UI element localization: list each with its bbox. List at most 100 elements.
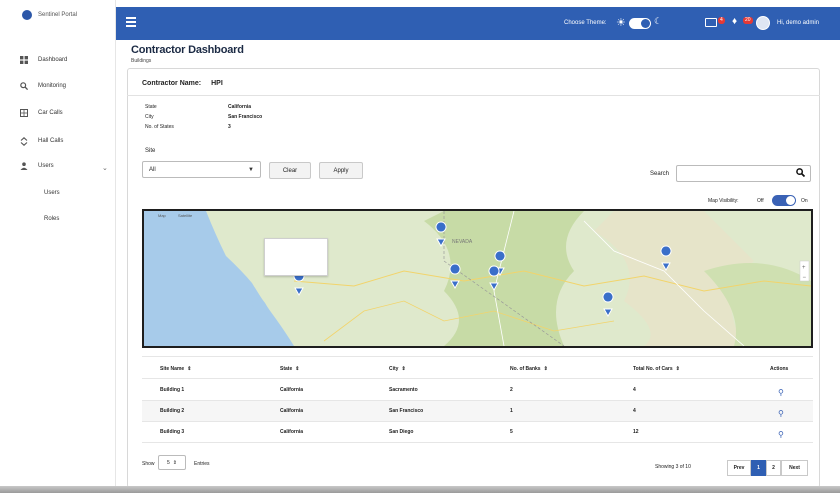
chevron-down-icon[interactable]: ⌄ bbox=[102, 164, 108, 172]
view-details-icon[interactable]: ⚲ bbox=[778, 388, 784, 397]
top-bar: Choose Theme: ☀ ☾ 4 ♦ 20 Hi, demo admin bbox=[116, 7, 840, 40]
entries-label: Entries bbox=[194, 461, 210, 467]
table-row[interactable] bbox=[142, 401, 813, 421]
search-icon[interactable] bbox=[796, 168, 806, 179]
col-header-actions: Actions bbox=[770, 366, 789, 372]
bell-icon[interactable]: ♦ bbox=[732, 16, 737, 27]
site-select[interactable]: All ▼ bbox=[142, 161, 261, 178]
page-button-2[interactable]: 2 bbox=[766, 460, 781, 476]
table-divider bbox=[142, 356, 813, 357]
map-visibility-off-label: Off bbox=[757, 198, 764, 204]
cell-banks: 2 bbox=[510, 387, 513, 393]
brand-logo-icon bbox=[22, 10, 32, 20]
cell-city: Sacramento bbox=[389, 387, 418, 393]
theme-label: Choose Theme: bbox=[564, 20, 607, 26]
page-size-value: 5 bbox=[167, 459, 170, 466]
divider bbox=[127, 95, 820, 96]
sidebar-item-monitoring[interactable]: Monitoring bbox=[20, 82, 112, 90]
col-header-state[interactable]: State ⇕ bbox=[280, 366, 299, 372]
map-visibility-label: Map Visibility: bbox=[708, 198, 739, 204]
dashboard-icon bbox=[20, 56, 28, 64]
info-value-city: San Francisco bbox=[228, 114, 263, 120]
avatar[interactable] bbox=[756, 16, 770, 30]
page-button-1[interactable]: 1 bbox=[751, 460, 766, 476]
sidebar-item-label: Hall Calls bbox=[38, 138, 64, 144]
sidebar-item-dashboard[interactable]: Dashboard bbox=[20, 56, 112, 64]
sidebar-item-label: Car Calls bbox=[38, 110, 63, 116]
svg-text:+: + bbox=[802, 265, 806, 271]
cell-banks: 1 bbox=[510, 408, 513, 414]
users-icon bbox=[20, 162, 28, 170]
sidebar-item-users[interactable]: Users bbox=[20, 162, 112, 170]
col-header-city[interactable]: City ⇕ bbox=[389, 366, 406, 372]
user-name[interactable]: Hi, demo admin bbox=[777, 20, 819, 26]
sidebar-subitem-roles[interactable]: Roles bbox=[44, 216, 59, 222]
col-header-banks[interactable]: No. of Banks ⇕ bbox=[510, 366, 548, 372]
prev-button[interactable]: Prev bbox=[727, 460, 751, 476]
contractor-name-label: Contractor Name: bbox=[142, 80, 202, 87]
theme-toggle[interactable] bbox=[629, 18, 651, 29]
info-label-states: No. of States bbox=[145, 124, 174, 130]
cell-banks: 5 bbox=[510, 429, 513, 435]
page-title: Contractor Dashboard bbox=[131, 44, 244, 56]
sort-icon: ⇕ bbox=[675, 366, 680, 372]
view-details-icon[interactable]: ⚲ bbox=[778, 430, 784, 439]
sidebar-item-label: Dashboard bbox=[38, 57, 68, 63]
cell-site: Building 3 bbox=[160, 429, 185, 435]
info-value-states: 3 bbox=[228, 124, 231, 130]
map-tab-satellite[interactable]: Satellite bbox=[178, 213, 193, 218]
hall-calls-icon bbox=[20, 136, 28, 146]
search-label: Search bbox=[650, 171, 670, 177]
page-size-select[interactable]: 5 ⇕ bbox=[158, 455, 186, 470]
map-visibility-on-label: On bbox=[801, 198, 808, 204]
sidebar-item-label: Monitoring bbox=[38, 83, 67, 89]
sort-icon: ⇕ bbox=[187, 366, 192, 372]
sidebar: Sentinel Portal Dashboard Monitoring Car… bbox=[0, 0, 116, 493]
brand[interactable]: Sentinel Portal bbox=[22, 10, 77, 20]
hamburger-menu-icon[interactable] bbox=[126, 17, 136, 27]
sidebar-item-hall-calls[interactable]: Hall Calls bbox=[20, 136, 112, 146]
sort-icon: ⇕ bbox=[401, 366, 406, 372]
cell-state: California bbox=[280, 387, 304, 393]
next-button[interactable]: Next bbox=[781, 460, 808, 476]
mail-icon[interactable] bbox=[705, 18, 717, 27]
breadcrumb[interactable]: Buildings bbox=[131, 58, 151, 64]
sidebar-item-label: Users bbox=[38, 163, 54, 169]
show-label: Show bbox=[142, 461, 155, 467]
view-details-icon[interactable]: ⚲ bbox=[778, 409, 784, 418]
table-row[interactable] bbox=[142, 422, 813, 442]
cell-state: California bbox=[280, 429, 304, 435]
sort-icon: ⇕ bbox=[543, 366, 548, 372]
table-row[interactable] bbox=[142, 379, 813, 399]
info-value-state: California bbox=[228, 104, 252, 110]
cell-site: Building 2 bbox=[160, 408, 185, 414]
cell-city: San Francisco bbox=[389, 408, 424, 414]
col-header-site-name[interactable]: Site Name ⇕ bbox=[160, 366, 191, 372]
cell-site: Building 1 bbox=[160, 387, 185, 393]
moon-icon: ☾ bbox=[654, 16, 663, 26]
caret-down-icon: ▼ bbox=[248, 167, 254, 173]
bell-badge: 20 bbox=[743, 17, 753, 24]
contractor-name: Contractor Name: HPI bbox=[142, 80, 223, 87]
cell-cars: 12 bbox=[633, 429, 639, 435]
map-visibility-toggle[interactable] bbox=[772, 195, 796, 206]
clear-button[interactable]: Clear bbox=[269, 162, 311, 179]
mail-badge: 4 bbox=[718, 17, 725, 24]
col-header-cars[interactable]: Total No. of Cars ⇕ bbox=[633, 366, 680, 372]
map-canvas: Map Satellite NEVADA + − bbox=[144, 211, 811, 346]
map[interactable]: Map Satellite NEVADA + − bbox=[142, 209, 813, 348]
sidebar-item-car-calls[interactable]: Car Calls bbox=[20, 109, 112, 117]
site-select-value: All bbox=[149, 167, 156, 173]
cell-cars: 4 bbox=[633, 408, 636, 414]
search-input[interactable] bbox=[676, 165, 811, 182]
site-label: Site bbox=[145, 148, 156, 154]
apply-button[interactable]: Apply bbox=[319, 162, 363, 179]
cell-cars: 4 bbox=[633, 387, 636, 393]
sort-icon: ⇕ bbox=[295, 366, 300, 372]
map-tab-map[interactable]: Map bbox=[158, 213, 167, 218]
map-region-label: NEVADA bbox=[452, 239, 473, 245]
sidebar-subitem-users[interactable]: Users bbox=[44, 190, 60, 196]
showing-text: Showing 3 of 10 bbox=[655, 464, 691, 470]
svg-text:−: − bbox=[803, 275, 807, 281]
search-icon bbox=[20, 82, 28, 90]
